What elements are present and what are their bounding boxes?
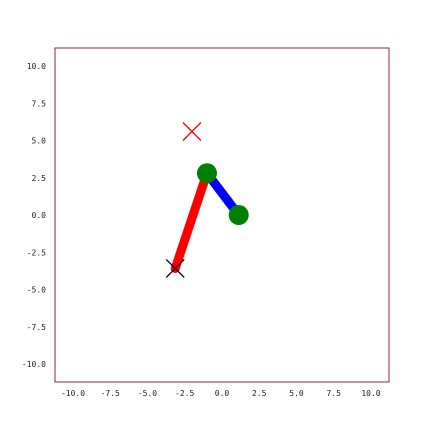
y-tick-label: -7.5: [27, 323, 46, 332]
x-tick-label: 0.0: [215, 389, 230, 398]
y-tick-label: 5.0: [32, 137, 47, 146]
elbow-joint: [196, 163, 217, 184]
y-axis-ticks: 10.0 7.5 5.0 2.5 0.0 -2.5 -5.0 -7.5 -10.0: [22, 62, 46, 369]
x-tick-label: -10.0: [61, 389, 85, 398]
plot-frame: [54, 47, 390, 383]
y-tick-label: -10.0: [22, 360, 46, 369]
y-tick-label: 2.5: [32, 174, 47, 183]
y-tick-label: 7.5: [32, 99, 47, 108]
arm-scene: 10.07.55.02.50.0-2.5-5.0-7.5-10.0 -10.0-…: [22, 47, 390, 398]
y-tick-label: 10.0: [27, 62, 46, 71]
end-effector-joint: [228, 205, 249, 225]
x-tick-label: -5.0: [138, 389, 157, 398]
y-tick-label: -5.0: [27, 286, 46, 295]
x-tick-label: -2.5: [175, 389, 194, 398]
x-tick-label: 7.5: [327, 389, 342, 398]
x-tick-label: -7.5: [101, 389, 120, 398]
x-axis-ticks: -10.0 -7.5 -5.0 -2.5 0.0 2.5 5.0 7.5 10.0: [61, 389, 381, 398]
x-tick-label: 2.5: [252, 389, 267, 398]
x-tick-label: 10.0: [361, 389, 380, 398]
x-tick-label: 5.0: [289, 389, 304, 398]
y-tick-label: -2.5: [27, 248, 46, 257]
y-tick-label: 0.0: [32, 211, 47, 220]
